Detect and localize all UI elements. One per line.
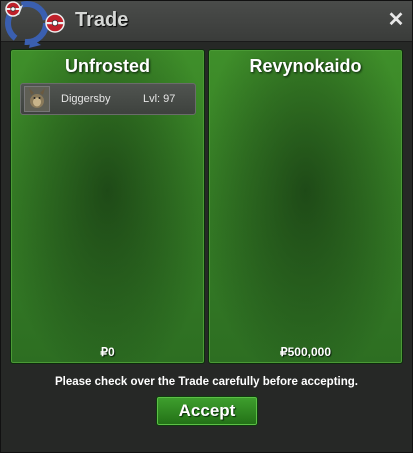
trade-panel-own: Unfrosted Diggersby Lvl: 97 ₽0 bbox=[10, 49, 205, 364]
panel-player-name: Unfrosted bbox=[65, 56, 150, 76]
panel-money-amount: ₽500,000 bbox=[279, 345, 331, 359]
panel-player-name: Revynokaido bbox=[249, 56, 362, 76]
window-titlebar[interactable]: Trade ✕ bbox=[1, 1, 412, 48]
trade-notice: Please check over the Trade carefully be… bbox=[55, 376, 358, 388]
trade-item-level: Lvl: 97 bbox=[143, 93, 176, 105]
accept-button[interactable]: Accept bbox=[156, 396, 258, 426]
trade-item-name: Diggersby bbox=[61, 93, 111, 105]
trade-window: Trade ✕ Unfrosted Diggersby Lvl: 97 ₽0 R… bbox=[0, 0, 413, 453]
pokemon-icon bbox=[24, 86, 50, 112]
panel-money-amount: ₽0 bbox=[100, 345, 115, 359]
window-title: Trade bbox=[75, 9, 129, 31]
trade-item-slot[interactable]: Diggersby Lvl: 97 bbox=[20, 83, 196, 115]
close-icon: ✕ bbox=[387, 9, 405, 31]
close-button[interactable]: ✕ bbox=[386, 10, 406, 30]
trade-panel-partner: Revynokaido ₽500,000 bbox=[208, 49, 403, 364]
trade-logo-icon bbox=[5, 1, 65, 48]
